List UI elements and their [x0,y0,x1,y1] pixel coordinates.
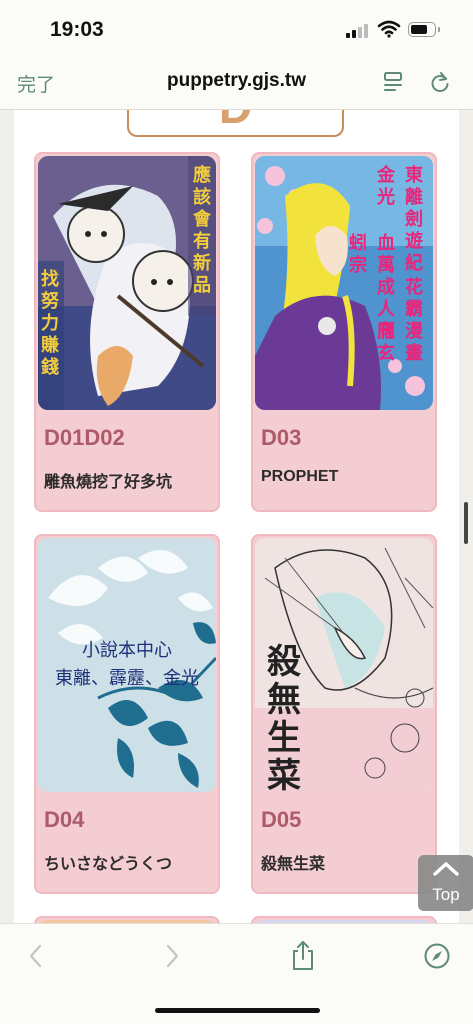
card-cover-image[interactable]: 殺 無 生 菜 [255,538,433,792]
chevron-up-icon [433,862,459,876]
booth-title[interactable]: PROPHET [261,468,338,486]
cover-line-1: 小說本中心 [82,640,172,660]
battery-icon [408,22,440,37]
card-cover-image[interactable]: 應該會有新品 找努力賺錢 [38,156,216,410]
back-to-top-button[interactable]: Top [418,855,473,911]
section-header: D [127,110,344,137]
cover-line-6: 雁玄 [377,321,395,363]
booth-card-d05[interactable]: 殺 無 生 菜 D05 殺無生菜 [251,534,437,894]
booth-code: D05 [261,807,302,832]
card-cover-image[interactable]: 東離劍遊紀 金光 血萬成人向 蚓宗 花霸漫畫 雁玄 [255,156,433,410]
cellular-signal-icon [346,22,372,38]
compass-icon[interactable] [423,942,451,970]
forward-icon[interactable] [162,942,182,970]
booth-code: D04 [44,807,85,832]
reader-view-icon[interactable] [383,70,405,94]
booth-card-next-right[interactable] [251,916,437,923]
reload-icon[interactable] [429,70,451,94]
browser-address-bar: 完了 puppetry.gjs.tw [0,56,473,110]
scroll-indicator[interactable] [464,502,468,544]
cover-line-4: 蚓宗 [349,233,367,275]
cover-text-left: 找努力賺錢 [41,269,59,377]
booth-card-d01d02[interactable]: 應該會有新品 找努力賺錢 D01D02 雕魚燒挖了好多坑 [34,152,220,512]
back-icon[interactable] [26,942,46,970]
cover-char-4: 菜 [267,758,301,792]
booth-card-d04[interactable]: 小說本中心 東離、霹靂、金光 D04 ちいさなどうくつ [34,534,220,894]
status-bar: 19:03 [0,0,473,56]
booth-code: D03 [261,425,302,450]
home-indicator [155,1008,320,1013]
booth-title[interactable]: ちいさなどうくつ [44,850,172,874]
back-to-top-label: Top [432,885,460,904]
booth-card-d03[interactable]: 東離劍遊紀 金光 血萬成人向 蚓宗 花霸漫畫 雁玄 D03 PROPHET [251,152,437,512]
cover-text-right: 應該會有新品 [193,165,211,295]
cover-line-5: 花霸漫畫 [405,277,423,363]
page-content: D 應該會有新品 [14,110,459,923]
status-time: 19:03 [50,18,104,41]
share-icon[interactable] [290,939,316,971]
booth-code: D01D02 [44,425,125,450]
section-letter: D [129,110,342,134]
cover-line-2: 金光 [377,165,395,207]
booth-title[interactable]: 殺無生菜 [261,850,325,874]
cover-line-1: 東離劍遊紀 [405,165,423,273]
web-page: D 應該會有新品 [0,110,473,923]
booth-title[interactable]: 雕魚燒挖了好多坑 [44,468,172,492]
wifi-icon [377,20,401,38]
card-cover-image[interactable]: 小說本中心 東離、霹靂、金光 [38,538,216,792]
booth-card-next-left[interactable] [34,916,220,923]
cover-line-2: 東離、霹靂、金光 [55,668,199,688]
